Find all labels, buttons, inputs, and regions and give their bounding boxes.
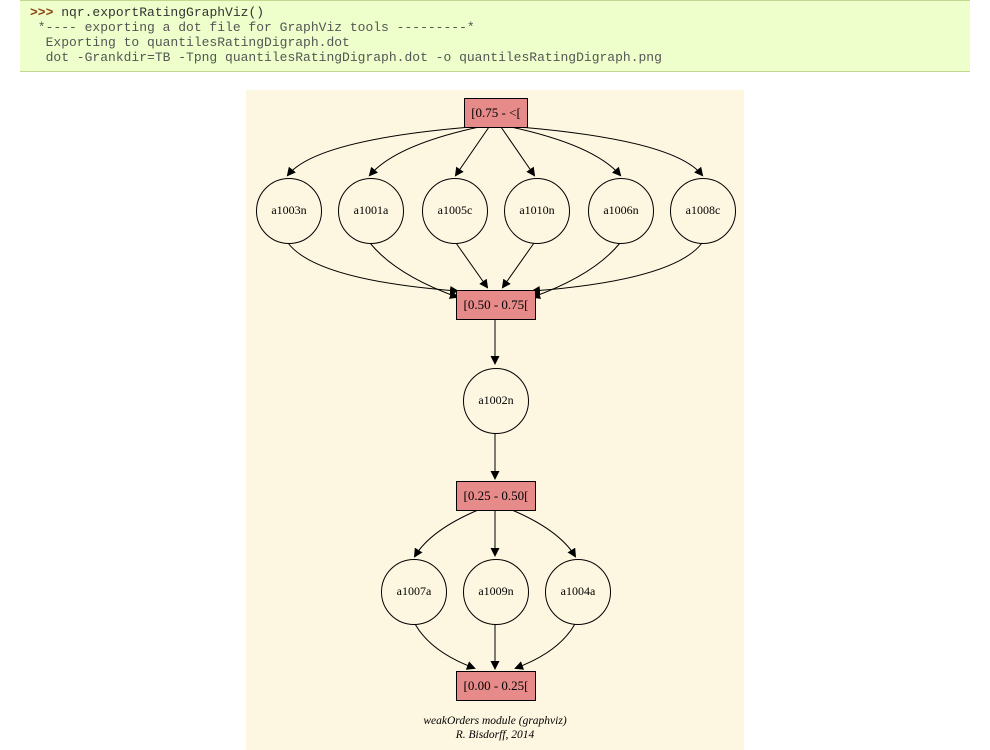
- output-line-1: *---- exporting a dot file for GraphViz …: [30, 20, 475, 35]
- quantile-box-1: [0.75 - <[: [464, 98, 528, 128]
- output-line-3: dot -Grankdir=TB -Tpng quantilesRatingDi…: [30, 50, 662, 65]
- alt-node-a1005c: a1005c: [422, 178, 488, 244]
- caption-line-1: weakOrders module (graphviz): [423, 715, 566, 727]
- quantile-box-2: [0.50 - 0.75[: [456, 290, 536, 320]
- alt-node-a1004a: a1004a: [545, 559, 611, 625]
- graphviz-diagram: [0.75 - <[ a1003n a1001a a1005c a1010n a…: [246, 90, 744, 750]
- diagram-container: [0.75 - <[ a1003n a1001a a1005c a1010n a…: [0, 90, 990, 750]
- caption-line-2: R. Bisdorff, 2014: [456, 729, 535, 741]
- alt-node-a1006n: a1006n: [588, 178, 654, 244]
- code-block: >>> nqr.exportRatingGraphViz() *---- exp…: [20, 0, 970, 72]
- alt-node-a1001a: a1001a: [338, 178, 404, 244]
- diagram-caption: weakOrders module (graphviz) R. Bisdorff…: [246, 715, 744, 743]
- alt-node-a1003n: a1003n: [256, 178, 322, 244]
- python-command: nqr.exportRatingGraphViz(): [61, 5, 264, 20]
- quantile-box-4: [0.00 - 0.25[: [456, 671, 536, 701]
- alt-node-a1002n: a1002n: [463, 368, 529, 434]
- alt-node-a1007a: a1007a: [381, 559, 447, 625]
- alt-node-a1008c: a1008c: [670, 178, 736, 244]
- python-prompt: >>>: [30, 5, 61, 20]
- alt-node-a1009n: a1009n: [463, 559, 529, 625]
- quantile-box-3: [0.25 - 0.50[: [456, 481, 536, 511]
- output-line-2: Exporting to quantilesRatingDigraph.dot: [30, 35, 350, 50]
- alt-node-a1010n: a1010n: [504, 178, 570, 244]
